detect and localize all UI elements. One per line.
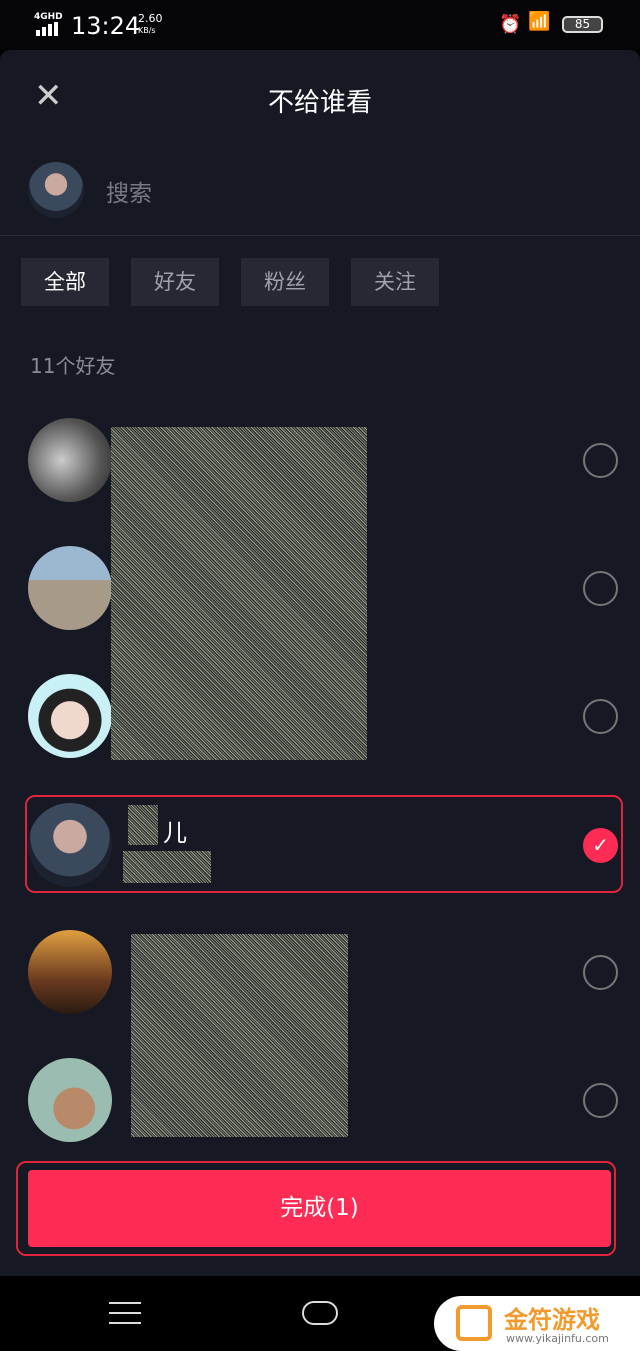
filter-tabs: 全部 好友 粉丝 关注	[21, 258, 439, 306]
done-button[interactable]: 完成(1)	[28, 1170, 611, 1247]
checked-icon[interactable]: ✓	[583, 828, 618, 863]
avatar	[28, 930, 112, 1014]
clock: 13:24	[71, 12, 141, 40]
avatar	[28, 803, 112, 887]
friend-name: 儿	[163, 819, 187, 847]
tab-following[interactable]: 关注	[351, 258, 439, 306]
avatar	[28, 546, 112, 630]
watermark-url: www.yikajinfu.com	[506, 1332, 609, 1345]
alarm-icon: ⏰	[499, 14, 522, 35]
avatar	[28, 674, 112, 758]
radio-button[interactable]	[583, 955, 618, 990]
signal-icon	[36, 22, 58, 36]
avatar	[28, 1058, 112, 1142]
radio-button[interactable]	[583, 1083, 618, 1118]
radio-button[interactable]	[583, 443, 618, 478]
tab-fans[interactable]: 粉丝	[241, 258, 329, 306]
redacted-id	[123, 851, 211, 883]
network-type: 4GHD	[34, 12, 63, 22]
redacted-name	[128, 805, 158, 845]
home-icon[interactable]	[302, 1301, 338, 1325]
network-speed: 2.60 KB/s	[138, 12, 163, 35]
cube-icon	[456, 1305, 492, 1341]
wifi-icon: 📶	[528, 11, 551, 32]
watermark-text: 金符游戏	[504, 1306, 600, 1334]
friend-count: 11个好友	[30, 354, 116, 378]
battery-icon: 85	[562, 16, 603, 33]
page-title: 不给谁看	[267, 88, 372, 118]
radio-button[interactable]	[583, 571, 618, 606]
status-bar: 4GHD 13:24 2.60 KB/s ⏰ 📶 85	[0, 0, 640, 50]
radio-button[interactable]	[583, 699, 618, 734]
search-input[interactable]: 搜索	[106, 174, 152, 208]
redacted-names	[111, 427, 367, 760]
user-avatar	[28, 162, 84, 218]
list-item-selected[interactable]: ✓	[0, 790, 640, 900]
divider	[0, 235, 640, 236]
tab-friends[interactable]: 好友	[131, 258, 219, 306]
watermark-logo: 金符游戏 www.yikajinfu.com	[434, 1296, 640, 1351]
menu-icon[interactable]	[109, 1302, 141, 1332]
avatar	[28, 418, 112, 502]
tab-all[interactable]: 全部	[21, 258, 109, 306]
redacted-names	[131, 934, 348, 1137]
